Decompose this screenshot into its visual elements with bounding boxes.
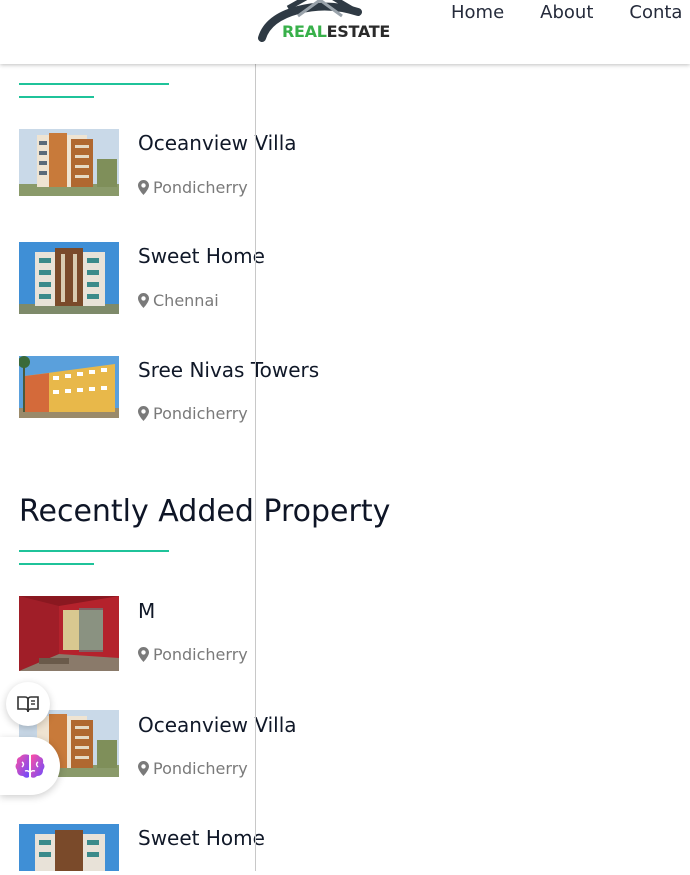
section-underline [19, 83, 169, 85]
section-underline-short [19, 563, 94, 565]
reader-mode-button[interactable] [6, 682, 50, 726]
section-underline-short [19, 96, 94, 98]
property-title[interactable]: Sweet Home [138, 244, 265, 268]
nav-contact-link[interactable]: Conta [629, 2, 682, 23]
property-title[interactable]: Sree Nivas Towers [138, 358, 319, 382]
vertical-guide-line [255, 64, 256, 871]
map-marker-icon [138, 180, 149, 195]
property-title[interactable]: M [138, 599, 155, 623]
property-thumbnail[interactable] [19, 824, 119, 871]
property-thumbnail[interactable] [19, 596, 119, 671]
property-location-text: Chennai [153, 291, 219, 310]
section-heading: Recently Added Property [19, 494, 391, 529]
property-location: Pondicherry [138, 178, 248, 197]
property-location-text: Pondicherry [153, 178, 248, 197]
property-location-text: Pondicherry [153, 645, 248, 664]
property-title[interactable]: Oceanview Villa [138, 713, 297, 737]
reader-mode-icon [17, 696, 39, 713]
section-underline [19, 550, 169, 552]
property-thumbnail[interactable] [19, 129, 119, 196]
nav-home-link[interactable]: Home [451, 2, 504, 23]
property-location: Chennai [138, 291, 219, 310]
property-title[interactable]: Sweet Home [138, 826, 265, 850]
map-marker-icon [138, 406, 149, 421]
property-location-text: Pondicherry [153, 404, 248, 423]
property-thumbnail[interactable] [19, 242, 119, 314]
map-marker-icon [138, 761, 149, 776]
property-location: Pondicherry [138, 645, 248, 664]
property-title[interactable]: Oceanview Villa [138, 131, 297, 155]
ai-assistant-button[interactable] [0, 737, 60, 795]
main-nav: Home About Conta [451, 2, 690, 23]
site-logo[interactable]: REALESTATE [258, 0, 390, 52]
property-thumbnail[interactable] [18, 356, 119, 418]
logo-wordmark: REALESTATE [282, 22, 390, 41]
nav-about-link[interactable]: About [540, 2, 593, 23]
property-location: Pondicherry [138, 404, 248, 423]
map-marker-icon [138, 647, 149, 662]
logo-real-text: REAL [282, 22, 327, 41]
property-location: Pondicherry [138, 759, 248, 778]
site-header: REALESTATE Home About Conta [0, 0, 690, 64]
property-location-text: Pondicherry [153, 759, 248, 778]
brain-icon [15, 754, 45, 778]
map-marker-icon [138, 293, 149, 308]
logo-estate-text: ESTATE [326, 22, 391, 41]
